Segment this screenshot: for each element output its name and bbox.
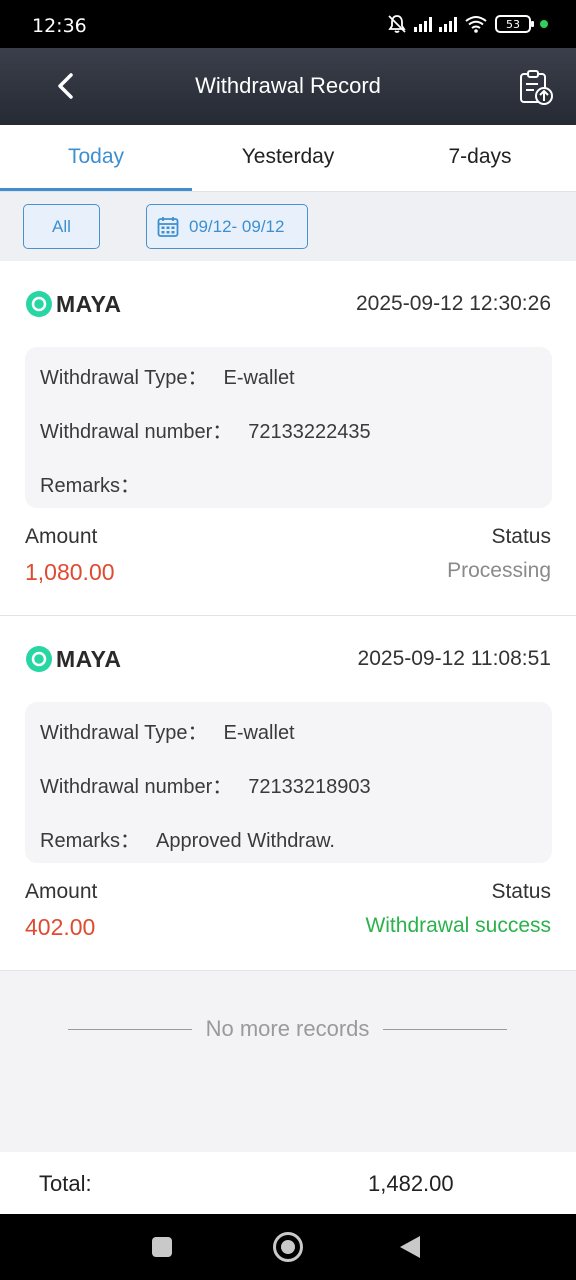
tab-yesterday[interactable]: Yesterday — [192, 125, 384, 191]
date-range-label: 09/12- 09/12 — [189, 216, 285, 236]
remarks-label: Remarks： — [40, 830, 141, 852]
privacy-dot — [540, 20, 548, 28]
withdrawal-type-value: E-wallet — [223, 722, 295, 744]
no-more-records-label: No more records — [205, 1016, 370, 1041]
battery-icon: 53 — [495, 15, 534, 33]
record-header: MAYA 2025-09-12 11:08:51 — [26, 644, 551, 674]
no-more-records: No more records — [68, 1014, 507, 1044]
record-details: Withdrawal Type： E-wallet Withdrawal numb… — [25, 347, 552, 508]
tab-today[interactable]: Today — [0, 125, 192, 191]
remarks-row: Remarks： — [40, 469, 156, 498]
amount-value: 402.00 — [25, 914, 96, 940]
channel-name: MAYA — [56, 645, 122, 672]
page-title: Withdrawal Record — [195, 73, 381, 98]
divider — [68, 1028, 192, 1030]
record-card: MAYA 2025-09-12 12:30:26 Withdrawal Type… — [0, 261, 576, 616]
remarks-row: Remarks： Approved Withdraw. — [40, 824, 335, 853]
filter-all-button[interactable]: All — [23, 204, 100, 249]
bell-off-icon — [388, 15, 406, 33]
tab-7-days[interactable]: 7-days — [384, 125, 576, 191]
home-button[interactable] — [273, 1232, 303, 1262]
withdrawal-number-value: 72133222435 — [248, 421, 371, 443]
filter-bar: All 09/12- 09/12 — [0, 191, 576, 261]
withdrawal-type-label: Withdrawal Type： — [40, 367, 208, 389]
record-details: Withdrawal Type： E-wallet Withdrawal numb… — [25, 702, 552, 863]
record-card: MAYA 2025-09-12 11:08:51 Withdrawal Type… — [0, 616, 576, 971]
record-datetime: 2025-09-12 12:30:26 — [356, 292, 551, 315]
status-label: Status — [491, 525, 551, 548]
amount-label: Amount — [25, 525, 98, 548]
status-bar: 12:36 53 — [0, 0, 576, 48]
withdrawal-number-value: 72133218903 — [248, 776, 371, 798]
divider — [383, 1028, 507, 1030]
system-nav-bar — [0, 1214, 576, 1280]
remarks-value: Approved Withdraw. — [156, 830, 335, 852]
remarks-label: Remarks： — [40, 475, 141, 497]
total-label: Total: — [39, 1171, 92, 1196]
status-time: 12:36 — [32, 15, 87, 37]
maya-logo-icon — [26, 646, 52, 672]
withdrawal-type-label: Withdrawal Type： — [40, 722, 208, 744]
amount-value: 1,080.00 — [25, 559, 115, 585]
date-range-button[interactable]: 09/12- 09/12 — [146, 204, 308, 249]
withdrawal-type-row: Withdrawal Type： E-wallet — [40, 716, 295, 745]
back-button[interactable] — [400, 1236, 420, 1258]
wifi-icon — [465, 16, 487, 33]
withdrawal-type-value: E-wallet — [223, 367, 295, 389]
total-value: 1,482.00 — [368, 1171, 454, 1196]
record-header: MAYA 2025-09-12 12:30:26 — [26, 289, 551, 319]
recent-apps-button[interactable] — [152, 1237, 172, 1257]
channel-name: MAYA — [56, 290, 122, 317]
clipboard-upload-icon[interactable] — [518, 68, 554, 106]
record-datetime: 2025-09-12 11:08:51 — [357, 647, 551, 670]
amount-label: Amount — [25, 880, 98, 903]
withdrawal-number-label: Withdrawal number： — [40, 421, 233, 443]
calendar-icon — [157, 216, 179, 237]
maya-logo-icon — [26, 291, 52, 317]
status-icons: 53 — [387, 14, 548, 34]
app-bar: Withdrawal Record — [0, 48, 576, 125]
date-tabs: Today Yesterday 7-days — [0, 125, 576, 191]
withdrawal-number-row: Withdrawal number： 72133218903 — [40, 770, 371, 799]
status-value: Processing — [447, 559, 551, 582]
withdrawal-number-row: Withdrawal number： 72133222435 — [40, 415, 371, 444]
total-bar: Total: 1,482.00 — [0, 1152, 576, 1214]
status-value: Withdrawal success — [365, 914, 551, 937]
withdrawal-number-label: Withdrawal number： — [40, 776, 233, 798]
battery-level: 53 — [506, 17, 520, 31]
withdrawal-type-row: Withdrawal Type： E-wallet — [40, 361, 295, 390]
signal-icon — [439, 16, 457, 32]
status-label: Status — [491, 880, 551, 903]
signal-icon — [414, 16, 432, 32]
